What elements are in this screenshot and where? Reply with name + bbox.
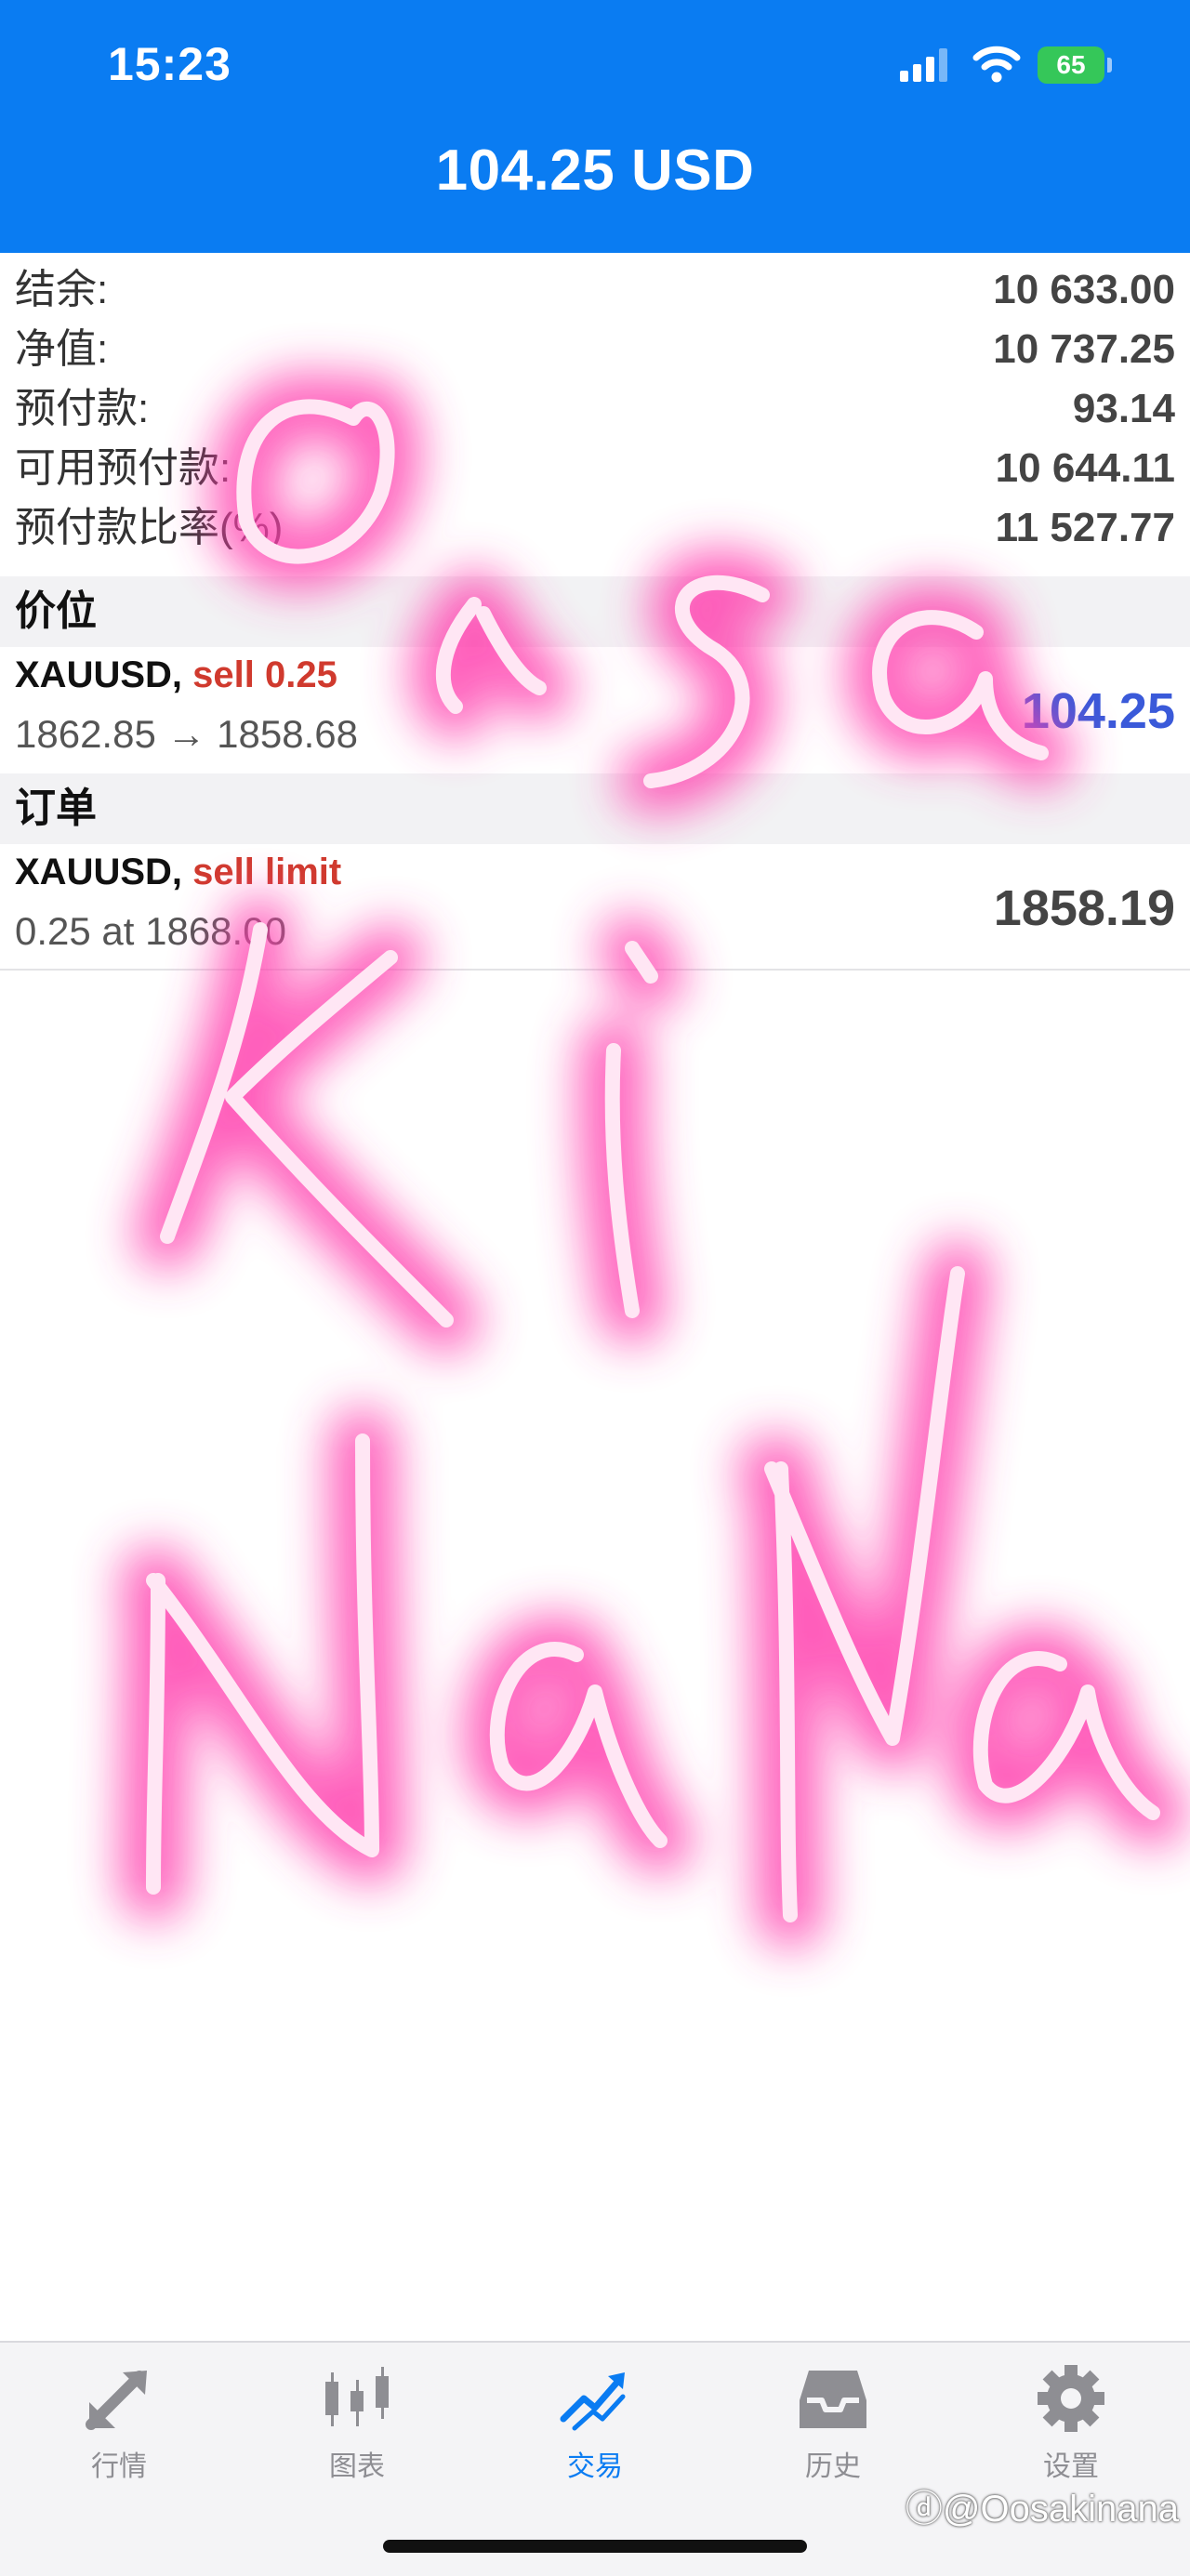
section-title: 订单 <box>15 786 97 831</box>
wifi-icon <box>972 46 1021 83</box>
orders-section-header: 订单 <box>0 773 1190 844</box>
position-row[interactable]: XAUUSD, sell 0.25 1862.85 → 1858.68 104.… <box>0 647 1190 770</box>
account-label: 预付款比率(%) <box>15 505 284 550</box>
account-value: 10 644.11 <box>995 445 1175 491</box>
tab-label: 历史 <box>805 2451 861 2482</box>
watermark-credit: ⓓ@Oosakinana <box>905 2489 1179 2530</box>
battery-level: 65 <box>1056 50 1086 79</box>
app-header: 15:23 65 104.25 USD <box>0 0 1190 253</box>
position-type: sell 0.25 <box>192 654 337 695</box>
list-divider <box>0 969 1190 971</box>
order-row[interactable]: XAUUSD, sell limit 0.25 at 1868.00 1858.… <box>0 844 1190 967</box>
settings-gear-icon <box>1038 2365 1104 2432</box>
account-label: 可用预付款: <box>15 445 231 491</box>
section-title: 价位 <box>15 588 97 634</box>
account-row-balance: 结余: 10 633.00 <box>0 260 1190 320</box>
battery-tip <box>1107 58 1112 73</box>
order-detail: 0.25 at 1868.00 <box>15 909 286 953</box>
account-value: 11 527.77 <box>995 505 1175 550</box>
candlestick-chart-icon <box>325 2367 389 2426</box>
account-value: 10 633.00 <box>993 267 1175 312</box>
account-label: 结余: <box>15 267 109 312</box>
order-type: sell limit <box>192 852 342 892</box>
tab-label: 行情 <box>91 2451 147 2482</box>
tab-label: 图表 <box>329 2451 385 2482</box>
tab-settings[interactable]: 设置 <box>978 2363 1164 2493</box>
history-inbox-icon <box>800 2371 866 2428</box>
order-symbol-line: XAUUSD, sell limit <box>15 852 341 893</box>
status-time: 15:23 <box>108 38 231 90</box>
quotes-arrows-icon <box>86 2371 147 2430</box>
position-symbol-line: XAUUSD, sell 0.25 <box>15 654 337 696</box>
order-symbol: XAUUSD, <box>15 852 183 892</box>
account-value: 10 737.25 <box>993 326 1175 372</box>
cellular-signal-icon <box>900 48 948 82</box>
account-row-equity: 净值: 10 737.25 <box>0 320 1190 379</box>
page-title: 104.25 USD <box>435 139 755 203</box>
tab-trade[interactable]: 交易 <box>502 2363 688 2493</box>
tab-quotes[interactable]: 行情 <box>26 2363 212 2493</box>
account-row-margin: 预付款: 93.14 <box>0 379 1190 439</box>
position-profit: 104.25 <box>1021 683 1175 739</box>
tab-label: 交易 <box>567 2451 623 2482</box>
account-row-free-margin: 可用预付款: 10 644.11 <box>0 439 1190 498</box>
battery-icon: 65 <box>1038 46 1104 84</box>
account-value: 93.14 <box>1072 386 1175 431</box>
account-label: 预付款: <box>15 386 150 431</box>
account-label: 净值: <box>15 326 109 372</box>
positions-section-header: 价位 <box>0 576 1190 647</box>
account-row-margin-level: 预付款比率(%) 11 527.77 <box>0 498 1190 558</box>
trade-trend-icon <box>560 2372 626 2431</box>
position-symbol: XAUUSD, <box>15 654 183 695</box>
order-price: 1858.19 <box>993 880 1175 936</box>
tab-history[interactable]: 历史 <box>740 2363 926 2493</box>
tab-charts[interactable]: 图表 <box>264 2363 450 2493</box>
home-indicator[interactable] <box>383 2540 807 2553</box>
position-prices: 1862.85 → 1858.68 <box>15 712 358 756</box>
